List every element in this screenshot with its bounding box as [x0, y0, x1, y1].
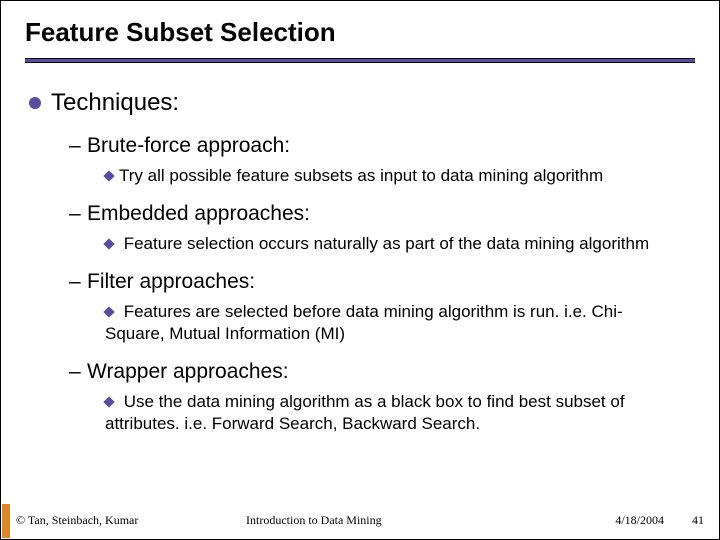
bullet-level3: Try all possible feature subsets as inpu… [105, 165, 675, 187]
footer-page: 41 [664, 513, 704, 528]
dash-icon: – [69, 201, 87, 226]
bullet-level2: – Filter approaches: [69, 269, 695, 295]
footer-copyright: © Tan, Steinbach, Kumar [16, 513, 246, 528]
bullet-level2: – Wrapper approaches: [69, 359, 695, 385]
slide: Feature Subset Selection Techniques: – B… [0, 0, 720, 540]
level3-text: Try all possible feature subsets as inpu… [119, 166, 603, 185]
level3-text: Feature selection occurs naturally as pa… [119, 234, 649, 253]
bullet-level3: Feature selection occurs naturally as pa… [105, 233, 675, 255]
dash-icon: – [69, 269, 87, 294]
accent-strip [2, 504, 10, 538]
dash-icon: – [69, 359, 87, 384]
bullet-level1: Techniques: [29, 89, 695, 117]
diamond-icon [103, 171, 114, 182]
bullet-level3: Features are selected before data mining… [105, 301, 675, 345]
footer-date: 4/18/2004 [584, 513, 664, 528]
level1-text: Techniques: [51, 89, 179, 117]
bullet-level2: – Brute-force approach: [69, 133, 695, 159]
level2-text: Brute-force approach: [87, 133, 290, 159]
diamond-icon [103, 307, 114, 318]
diamond-icon [103, 239, 114, 250]
slide-title: Feature Subset Selection [25, 17, 695, 48]
level2-text: Wrapper approaches: [87, 359, 289, 385]
level3-text: Use the data mining algorithm as a black… [105, 392, 625, 433]
title-rule [25, 58, 695, 63]
diamond-icon [103, 396, 114, 407]
level3-text: Features are selected before data mining… [105, 302, 623, 343]
dash-icon: – [69, 133, 87, 158]
footer-title: Introduction to Data Mining [246, 513, 584, 528]
bullet-level3: Use the data mining algorithm as a black… [105, 391, 675, 435]
level2-text: Embedded approaches: [87, 201, 310, 227]
footer-row: © Tan, Steinbach, Kumar Introduction to … [16, 513, 704, 528]
level2-text: Filter approaches: [87, 269, 255, 295]
footer: © Tan, Steinbach, Kumar Introduction to … [2, 504, 718, 538]
disc-icon [29, 97, 41, 109]
bullet-level2: – Embedded approaches: [69, 201, 695, 227]
